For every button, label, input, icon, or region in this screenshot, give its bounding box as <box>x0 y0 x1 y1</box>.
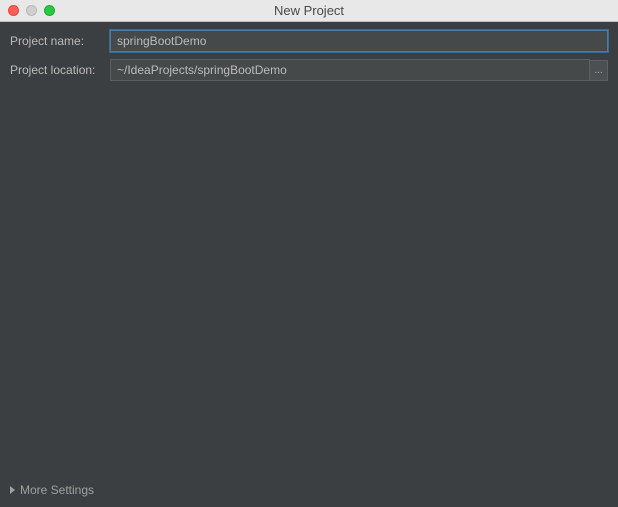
close-icon[interactable] <box>8 5 19 16</box>
ellipsis-icon: ... <box>594 65 602 76</box>
dialog-content: Project name: Project location: ... More… <box>0 22 618 507</box>
window-title: New Project <box>274 3 344 18</box>
project-name-input[interactable] <box>110 30 608 52</box>
project-name-input-wrap <box>110 30 608 52</box>
titlebar: New Project <box>0 0 618 22</box>
more-settings-toggle[interactable]: More Settings <box>10 479 608 499</box>
project-name-label: Project name: <box>10 34 110 48</box>
project-location-label: Project location: <box>10 63 110 77</box>
project-location-input-wrap: ... <box>110 59 608 81</box>
project-location-input[interactable] <box>110 59 590 81</box>
project-location-row: Project location: ... <box>10 59 608 81</box>
chevron-right-icon <box>10 486 15 494</box>
maximize-icon[interactable] <box>44 5 55 16</box>
traffic-lights <box>8 5 55 16</box>
project-name-row: Project name: <box>10 30 608 52</box>
browse-button[interactable]: ... <box>590 60 608 81</box>
spacer <box>10 88 608 479</box>
more-settings-label: More Settings <box>20 483 94 497</box>
minimize-icon <box>26 5 37 16</box>
